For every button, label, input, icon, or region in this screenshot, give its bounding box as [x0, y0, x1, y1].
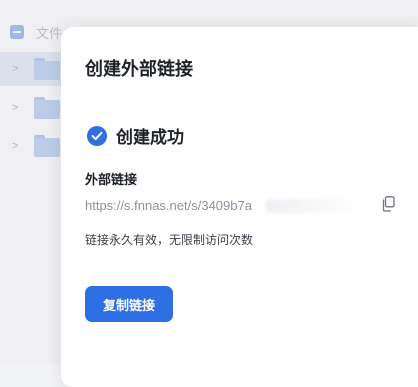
copy-icon[interactable]	[381, 196, 395, 212]
link-redaction-blur	[265, 199, 367, 213]
success-status: 创建成功	[87, 123, 184, 148]
external-link-label: 外部链接	[85, 172, 138, 187]
create-external-link-dialog: 创建外部链接 创建成功 外部链接 https://s.fnnas.net/s/3…	[61, 27, 418, 387]
link-validity-description: 链接永久有效，无限制访问次数	[85, 233, 254, 247]
dialog-title: 创建外部链接	[85, 59, 193, 79]
copy-link-button[interactable]: 复制链接	[85, 286, 173, 322]
external-link-url[interactable]: https://s.fnnas.net/s/3409b7a	[85, 198, 252, 213]
external-link-row: https://s.fnnas.net/s/3409b7a	[85, 195, 395, 215]
check-circle-icon	[87, 125, 107, 146]
success-text: 创建成功	[116, 128, 184, 147]
